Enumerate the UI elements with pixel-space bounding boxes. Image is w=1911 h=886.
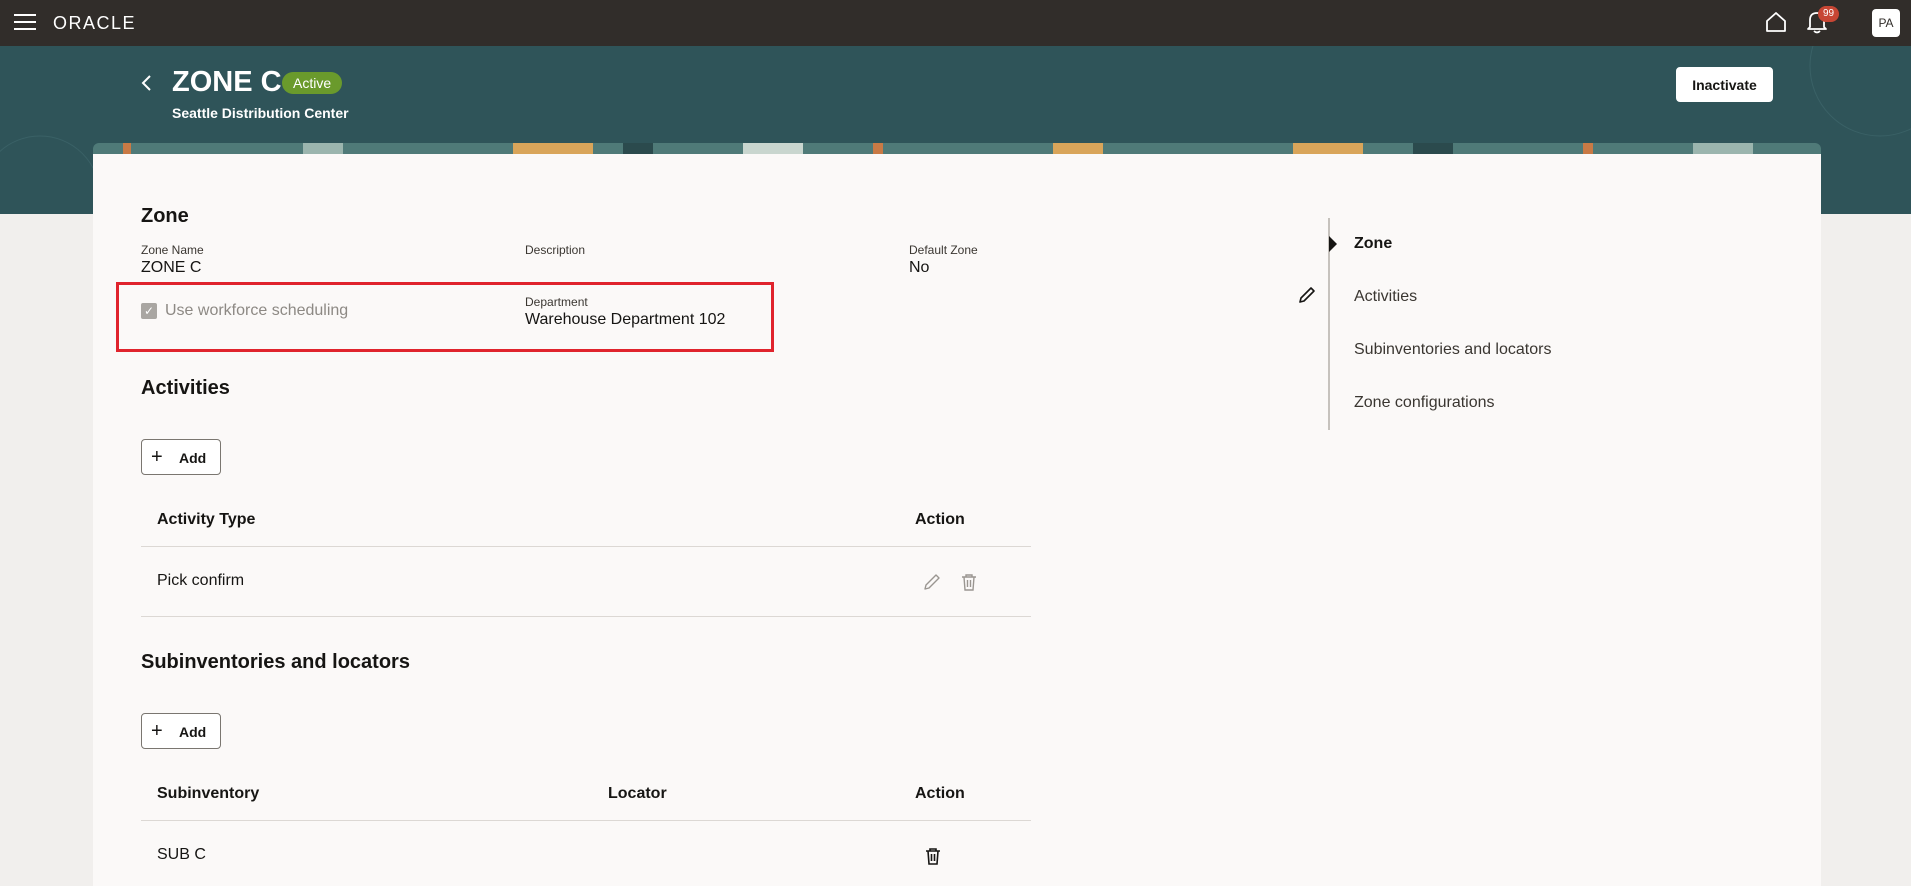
back-chevron-icon[interactable]: [138, 72, 156, 94]
column-header-action: Action: [915, 511, 965, 528]
column-header-action: Action: [915, 785, 965, 802]
department-value: Warehouse Department 102: [525, 311, 726, 328]
zone-section-title: Zone: [141, 205, 189, 227]
delete-trash-icon[interactable]: [958, 571, 980, 593]
workforce-scheduling-label: Use workforce scheduling: [165, 302, 349, 319]
activities-section-title: Activities: [141, 377, 230, 399]
subinventories-section-title: Subinventories and locators: [141, 651, 410, 673]
delete-trash-icon[interactable]: [922, 845, 944, 867]
table-cell-subinventory: SUB C: [157, 846, 206, 863]
edit-pencil-icon[interactable]: [921, 571, 943, 593]
default-zone-value: No: [909, 259, 930, 276]
notifications-button[interactable]: 99: [1806, 6, 1840, 36]
add-activity-button[interactable]: + Add: [141, 439, 221, 475]
add-subinventory-button[interactable]: + Add: [141, 713, 221, 749]
default-zone-label: Default Zone: [909, 243, 978, 257]
description-label: Description: [525, 243, 586, 257]
side-nav-item-zone-configurations[interactable]: Zone configurations: [1354, 394, 1495, 412]
top-bar: ORACLE 99 PA: [0, 0, 1911, 46]
notification-count-badge: 99: [1818, 6, 1840, 22]
inactivate-button[interactable]: Inactivate: [1676, 67, 1773, 102]
side-nav-item-zone[interactable]: Zone: [1354, 235, 1392, 253]
table-divider: [141, 546, 1031, 547]
edit-pencil-icon[interactable]: [1296, 284, 1318, 306]
side-nav-item-subinventories[interactable]: Subinventories and locators: [1354, 341, 1551, 359]
home-icon[interactable]: [1764, 10, 1788, 34]
table-cell-activity-type: Pick confirm: [157, 572, 245, 589]
table-divider: [141, 616, 1031, 617]
hamburger-menu-icon[interactable]: [14, 13, 36, 31]
column-header-subinventory: Subinventory: [157, 785, 260, 802]
side-nav-item-activities[interactable]: Activities: [1354, 288, 1417, 306]
page-subtitle: Seattle Distribution Center: [172, 105, 349, 121]
user-avatar[interactable]: PA: [1872, 9, 1900, 37]
status-badge: Active: [282, 72, 343, 94]
oracle-logo[interactable]: ORACLE: [53, 13, 136, 34]
column-header-locator: Locator: [608, 785, 667, 802]
plus-icon: +: [151, 720, 163, 742]
plus-icon: +: [151, 446, 163, 468]
column-header-activity-type: Activity Type: [157, 511, 256, 528]
department-label: Department: [525, 295, 588, 309]
zone-name-value: ZONE C: [141, 259, 202, 276]
page-title: ZONE C: [172, 66, 282, 98]
table-divider: [141, 820, 1031, 821]
active-nav-marker: [1329, 236, 1337, 252]
zone-name-label: Zone Name: [141, 243, 204, 257]
workforce-scheduling-checkbox[interactable]: ✓: [141, 303, 157, 319]
